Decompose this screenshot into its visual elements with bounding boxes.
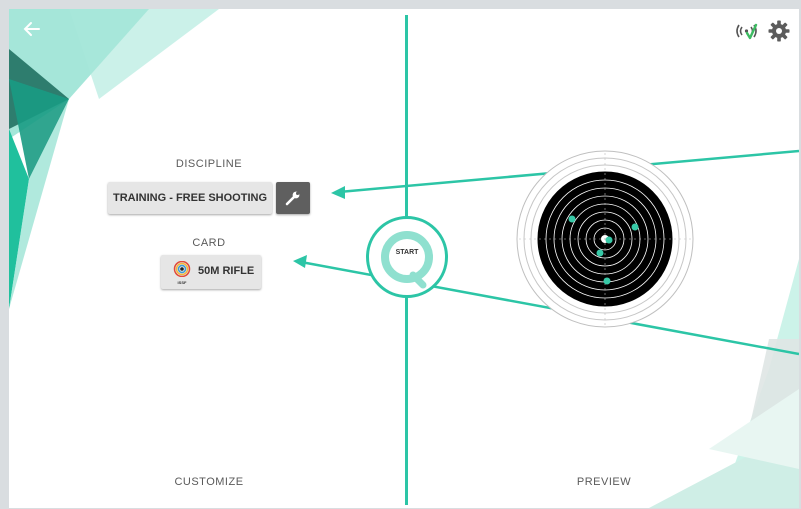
hit-marker — [631, 223, 639, 231]
start-button[interactable]: START — [366, 216, 448, 298]
hit-marker — [605, 236, 613, 244]
start-label: START — [395, 249, 419, 256]
customize-label: CUSTOMIZE — [174, 476, 244, 488]
wireless-signal-icon — [736, 23, 758, 40]
connection-status[interactable] — [734, 19, 762, 43]
preview-label: PREVIEW — [576, 476, 632, 488]
arrow-left-icon — [23, 22, 40, 36]
discipline-edit-button[interactable] — [276, 182, 310, 214]
start-q-icon — [381, 231, 433, 289]
card-icon: ISSF — [173, 260, 191, 285]
settings-button[interactable] — [767, 19, 791, 43]
hit-marker — [568, 215, 576, 223]
target-logo-icon — [173, 260, 191, 278]
discipline-value: TRAINING - FREE SHOOTING — [113, 192, 267, 204]
gear-icon — [768, 20, 790, 42]
hit-marker — [603, 277, 611, 285]
card-label: CARD — [192, 237, 226, 249]
card-icon-caption: ISSF — [177, 280, 187, 285]
target-preview — [516, 150, 694, 328]
hit-marker — [596, 249, 604, 257]
card-value: 50M RIFLE — [198, 265, 255, 277]
app-window: DISCIPLINE TRAINING - FREE SHOOTING CARD… — [9, 9, 799, 508]
discipline-button[interactable]: TRAINING - FREE SHOOTING — [108, 182, 272, 214]
wrench-icon — [285, 191, 300, 206]
discipline-label: DISCIPLINE — [175, 158, 243, 170]
back-button[interactable] — [19, 17, 45, 41]
card-button[interactable]: ISSF 50M RIFLE — [161, 255, 261, 289]
